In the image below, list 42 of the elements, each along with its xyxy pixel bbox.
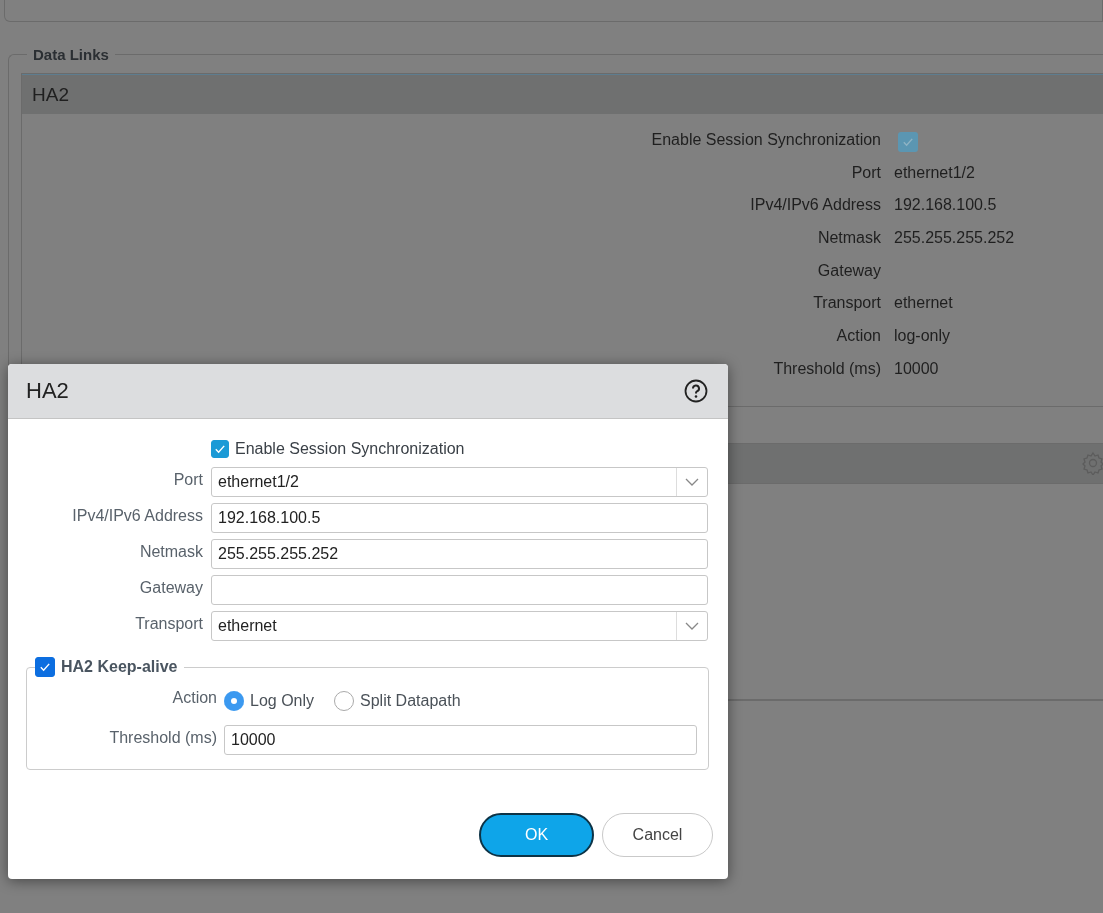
input-field[interactable]: 192.168.100.5 <box>211 503 708 533</box>
checkbox-label: Enable Session Synchronization <box>235 440 465 458</box>
dropdown[interactable]: ethernet1/2 <box>211 467 708 497</box>
field-value: 10000 <box>894 358 940 379</box>
field-label: Port <box>851 162 881 183</box>
field-value: ethernet1/2 <box>894 162 976 183</box>
field-label: Netmask <box>817 228 881 249</box>
radio-button[interactable] <box>224 691 244 711</box>
chevron-down-icon <box>685 478 699 486</box>
field-label: Port <box>173 470 203 489</box>
field-label: Gateway <box>817 260 881 281</box>
field-label: Netmask <box>139 542 203 561</box>
field-value: 192.168.100.5 <box>894 195 998 216</box>
field-label: Enable Session Synchronization <box>651 130 881 150</box>
checkbox[interactable] <box>211 440 229 458</box>
field-value: 255.255.255.252 <box>894 228 1016 249</box>
cancel-button[interactable]: Cancel <box>602 813 713 857</box>
field-label: Transport <box>813 293 881 314</box>
dialog-title: HA2 <box>26 378 69 404</box>
field-label: Action <box>172 688 217 707</box>
field-label: Gateway <box>139 578 203 597</box>
chevron-down-icon <box>685 622 699 630</box>
section-title: Data Links <box>32 46 110 63</box>
radio-label: Split Datapath <box>360 692 461 710</box>
field-label: Action <box>836 326 881 347</box>
field-label: IPv4/IPv6 Address <box>750 195 881 216</box>
field-label: Threshold (ms) <box>109 728 217 747</box>
field-label: IPv4/IPv6 Address <box>72 506 203 525</box>
help-icon[interactable] <box>684 379 708 403</box>
group-title: HA2 Keep-alive <box>61 658 178 676</box>
dropdown[interactable]: ethernet <box>211 611 708 641</box>
field-label: Threshold (ms) <box>773 358 881 379</box>
checkbox[interactable] <box>35 657 55 677</box>
input-field[interactable] <box>211 575 708 605</box>
input-field[interactable]: 255.255.255.252 <box>211 539 708 569</box>
field-label: Transport <box>135 614 203 633</box>
radio-label: Log Only <box>250 692 315 710</box>
panel-title: HA2 <box>32 83 69 106</box>
radio-button[interactable] <box>334 691 355 711</box>
field-value: ethernet <box>894 293 954 314</box>
field-value: log-only <box>894 326 952 347</box>
input-field[interactable]: 10000 <box>224 725 697 755</box>
